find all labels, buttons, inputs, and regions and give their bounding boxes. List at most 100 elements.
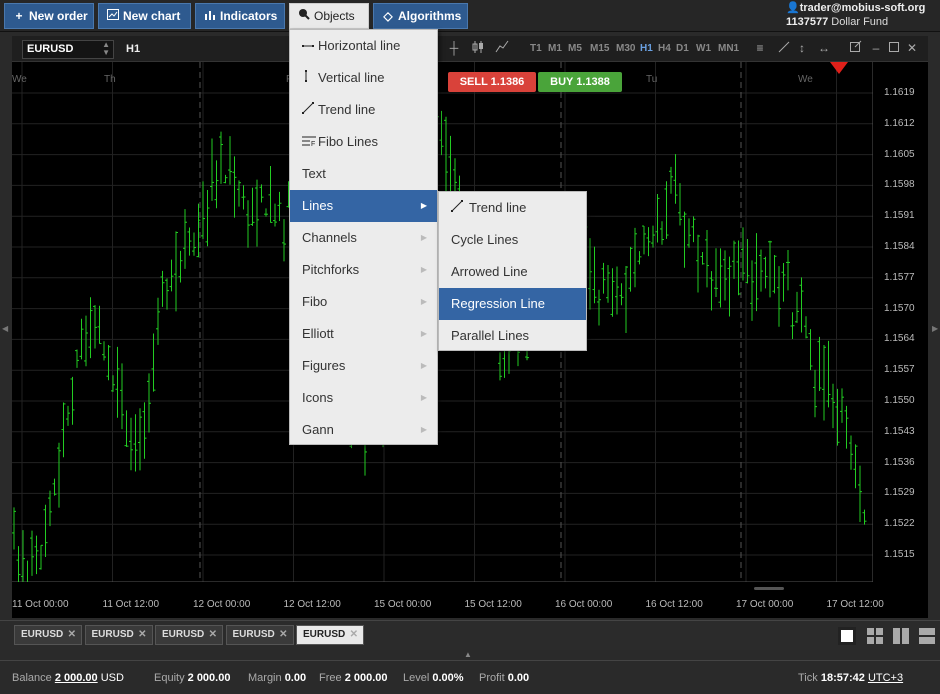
margin: Margin 0.00 — [248, 672, 307, 684]
timezone-select[interactable]: UTC+3 — [868, 672, 903, 684]
menu-item-horizontal-line[interactable]: Horizontal line — [290, 30, 437, 62]
plus-icon: + — [15, 9, 23, 23]
chart-tab[interactable]: EURUSD ✕ — [84, 625, 153, 645]
objects-button[interactable]: Objects — [289, 3, 369, 29]
ohlc-bar — [250, 187, 255, 226]
buy-button[interactable]: BUY 1.1388 — [538, 72, 622, 92]
ohlc-bar — [664, 181, 669, 239]
maximize-icon[interactable] — [886, 40, 902, 56]
timeframe-d1[interactable]: D1 — [676, 43, 689, 54]
ohlc-bar — [655, 194, 660, 243]
layout-columns-icon[interactable] — [892, 627, 910, 645]
sell-button[interactable]: SELL 1.1386 — [448, 72, 536, 92]
menu-item-channels[interactable]: Channels ▶ — [290, 222, 437, 254]
menu-item-lines[interactable]: Lines ▶ — [290, 190, 437, 222]
menu-item-fibo-lines[interactable]: F Fibo Lines — [290, 126, 437, 158]
line-chart-icon[interactable] — [494, 40, 510, 56]
ohlc-bar — [849, 435, 853, 470]
ohlc-bar — [160, 270, 165, 307]
algorithms-button[interactable]: ◇ Algorithms — [373, 3, 468, 29]
submenu-item-arrowed-line[interactable]: Arrowed Line — [439, 256, 586, 288]
menu-item-elliott[interactable]: Elliott ▶ — [290, 318, 437, 350]
right-arrow-icon[interactable]: ▶ — [932, 324, 938, 333]
close-tab-icon[interactable]: ✕ — [209, 626, 217, 644]
ohlc-bar — [84, 315, 88, 367]
chart-tab[interactable]: EURUSD ✕ — [155, 625, 223, 645]
ohlc-bar — [588, 238, 592, 310]
price-tick: 1.1584 — [884, 241, 915, 252]
close-tab-icon[interactable]: ✕ — [279, 626, 287, 644]
new-order-button[interactable]: + New order — [4, 3, 94, 29]
close-tab-icon[interactable]: ✕ — [138, 626, 146, 644]
close-icon[interactable]: ✕ — [904, 40, 920, 56]
candles-icon[interactable] — [470, 40, 486, 56]
layout-grid-icon[interactable] — [866, 627, 884, 645]
menu-item-gann[interactable]: Gann ▶ — [290, 414, 437, 446]
horizontal-arrows-icon[interactable]: ↔ — [816, 40, 832, 56]
submenu-arrow-icon: ▶ — [420, 297, 427, 306]
ohlc-bar — [606, 265, 610, 303]
timeframe-t1[interactable]: T1 — [530, 43, 542, 54]
timeframe-m15[interactable]: M15 — [590, 43, 609, 54]
menu-item-fibo[interactable]: Fibo ▶ — [290, 286, 437, 318]
layout-single-icon[interactable] — [838, 627, 856, 645]
timeframe-mn1[interactable]: MN1 — [718, 43, 739, 54]
account-number: 1137577 — [786, 16, 829, 28]
ohlc-bar — [111, 375, 115, 392]
price-tick: 1.1570 — [884, 302, 915, 314]
popout-icon[interactable] — [848, 40, 864, 56]
timeframe-m5[interactable]: M5 — [568, 43, 582, 54]
ohlc-bar — [219, 131, 223, 184]
ohlc-bar — [714, 248, 718, 297]
left-arrow-icon[interactable]: ◀ — [2, 324, 8, 333]
minimize-icon[interactable]: – — [868, 40, 884, 56]
timeframe-h1[interactable]: H1 — [640, 43, 653, 54]
ohlc-bar — [637, 251, 642, 265]
draw-tools-icon[interactable]: ≡ — [752, 40, 768, 56]
close-tab-icon[interactable]: ✕ — [68, 626, 76, 644]
panel-toggle-icon[interactable]: ▲ — [464, 650, 472, 659]
price-tick: 1.1522 — [884, 518, 915, 530]
layout-rows-icon[interactable] — [918, 627, 936, 645]
ohlc-bar — [759, 249, 763, 292]
submenu-item-regression-line[interactable]: Regression Line — [439, 288, 586, 320]
timeframe-w1[interactable]: W1 — [696, 43, 711, 54]
objects-menu: Horizontal line Vertical line Trend line F F… — [289, 29, 438, 445]
menu-item-vertical-line[interactable]: Vertical line — [290, 62, 437, 94]
timeframe-m30[interactable]: M30 — [616, 43, 635, 54]
time-tick: 15 Oct 00:00 — [374, 599, 432, 610]
status-bar: Balance 2 000.00 USD Equity 2 000.00 Mar… — [0, 660, 940, 694]
submenu-item-parallel-lines[interactable]: Parallel Lines — [439, 320, 586, 352]
chart-tab[interactable]: EURUSD ✕ — [14, 625, 82, 645]
ohlc-bar — [165, 278, 169, 310]
ohlc-bar — [214, 160, 219, 209]
diagonal-line-icon[interactable] — [776, 40, 792, 56]
account-info[interactable]: 👤trader@mobius-soft.org 1137577 Dollar F… — [786, 1, 934, 29]
chart-tab[interactable]: EURUSD ✕ — [225, 625, 294, 645]
ohlc-bar — [687, 218, 691, 248]
timeframe-m1[interactable]: M1 — [548, 43, 562, 54]
ohlc-bar — [223, 174, 228, 184]
chart-tab[interactable]: EURUSD ✕ — [296, 625, 364, 645]
ohlc-bar — [844, 405, 849, 449]
new-chart-button[interactable]: New chart — [98, 3, 191, 29]
time-tick: 16 Oct 00:00 — [555, 599, 613, 610]
horizontal-scrollbar[interactable] — [754, 587, 784, 590]
crosshair-icon[interactable]: ┼ — [446, 40, 462, 56]
menu-item-figures[interactable]: Figures ▶ — [290, 350, 437, 382]
menu-item-text[interactable]: Text — [290, 158, 437, 190]
ohlc-bar — [196, 203, 201, 258]
ohlc-bar — [615, 266, 619, 315]
timeframe-h4[interactable]: H4 — [658, 43, 671, 54]
submenu-item-cycle-lines[interactable]: Cycle Lines — [439, 224, 586, 256]
red-marker-icon — [830, 62, 848, 74]
menu-item-trend-line[interactable]: Trend line — [290, 94, 437, 126]
submenu-item-trend-line[interactable]: Trend line — [439, 192, 586, 224]
vertical-arrows-icon[interactable]: ↕ — [794, 40, 810, 56]
ohlc-bar — [853, 444, 858, 489]
symbol-select[interactable]: EURUSD ▲ ▼ — [22, 40, 114, 59]
close-tab-icon[interactable]: ✕ — [350, 626, 358, 644]
indicators-button[interactable]: Indicators — [195, 3, 285, 29]
menu-item-pitchforks[interactable]: Pitchforks ▶ — [290, 254, 437, 286]
menu-item-icons[interactable]: Icons ▶ — [290, 382, 437, 414]
